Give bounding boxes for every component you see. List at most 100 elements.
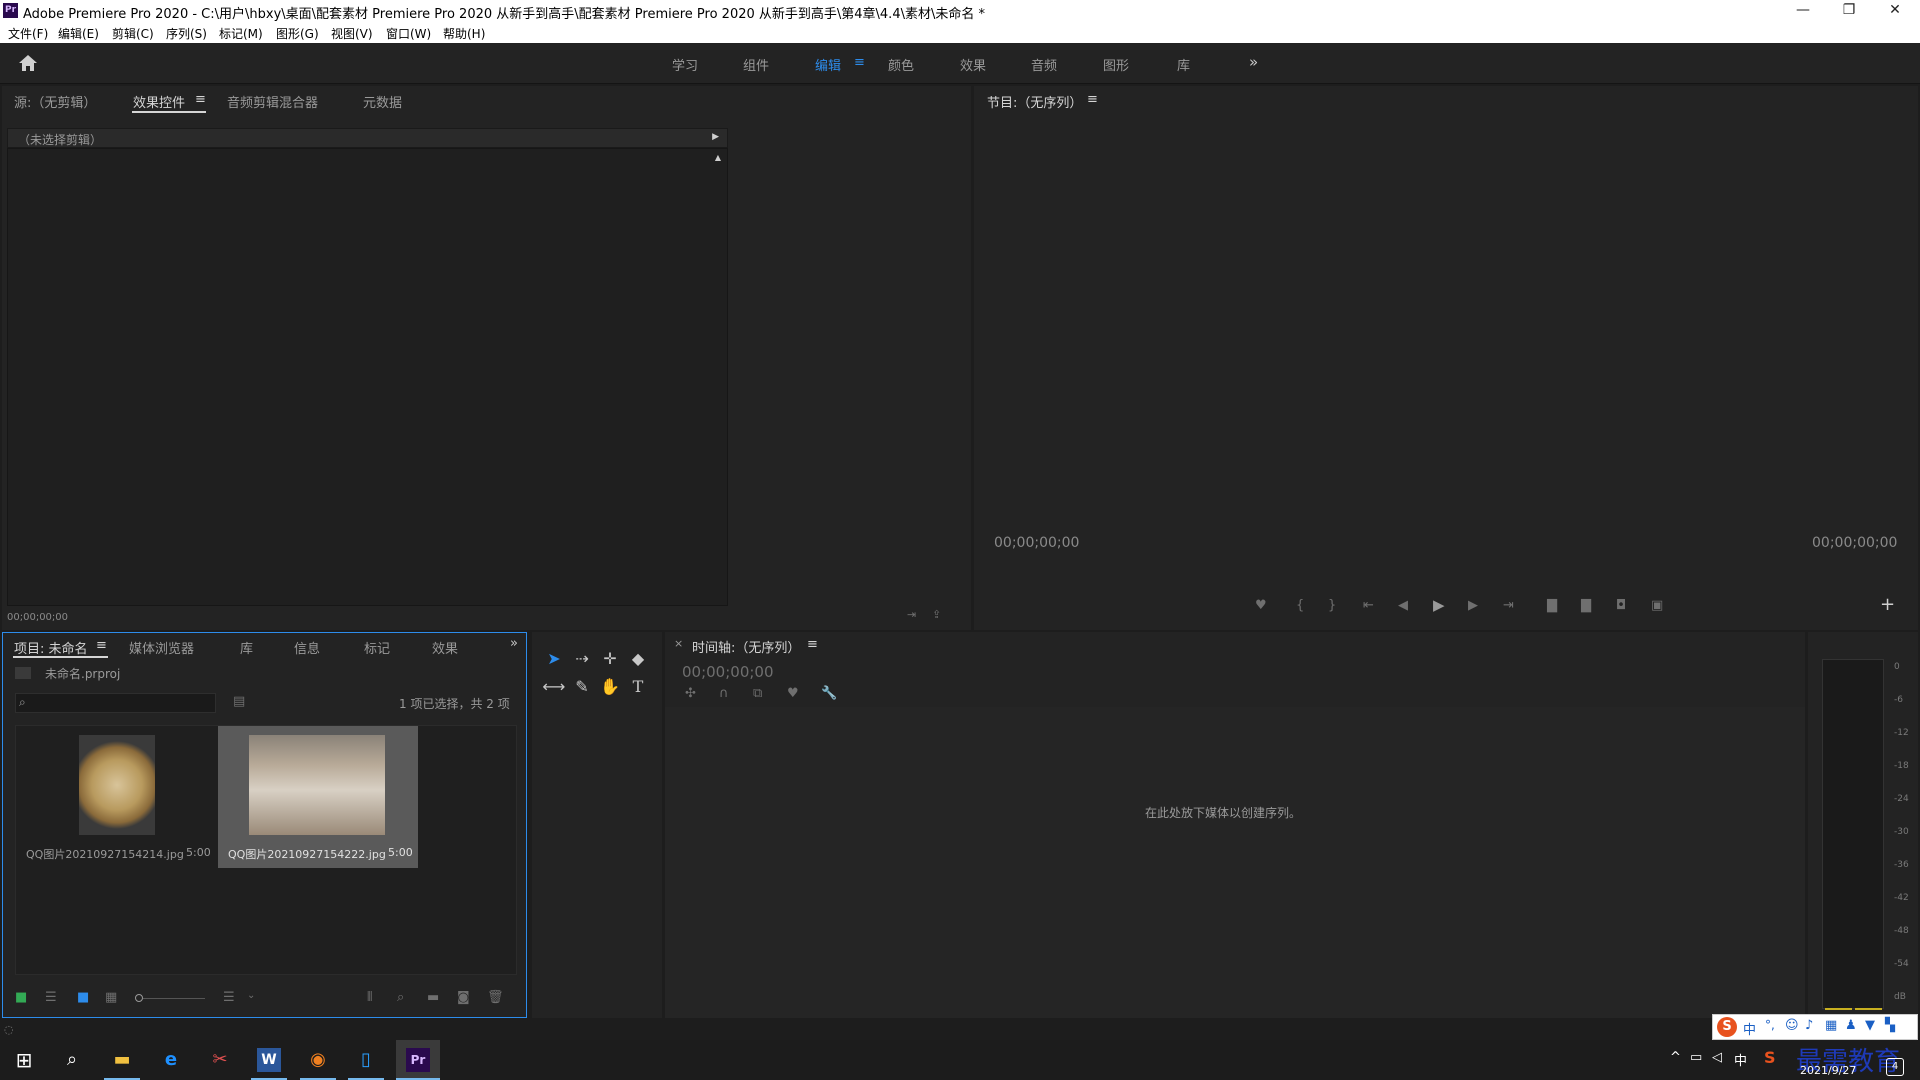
search-input[interactable] [34,695,212,711]
comparison-view-icon[interactable]: ▣ [1651,598,1663,613]
menu-clip[interactable]: 剪辑(C) [112,25,154,42]
sort-dropdown-icon[interactable]: ⌄ [247,990,255,1001]
lift-icon[interactable]: ▇ [1547,598,1557,613]
tab-effects[interactable]: 效果 [432,638,458,657]
zoom-slider-track[interactable] [143,998,205,999]
clock-date[interactable]: 2021/9/27 [1800,1064,1856,1077]
menu-sequence[interactable]: 序列(S) [166,25,207,42]
sogou-tray-icon[interactable]: S [1764,1048,1776,1067]
add-marker-icon[interactable]: ♥ [787,686,799,701]
selection-tool-icon[interactable]: ➤ [542,647,566,671]
step-back-icon[interactable]: ◀ [1398,598,1408,613]
menu-window[interactable]: 窗口(W) [386,25,431,42]
tablet-app-icon[interactable]: ▯ [348,1044,384,1076]
menu-edit[interactable]: 编辑(E) [58,25,99,42]
close-button[interactable]: ✕ [1872,0,1918,22]
app-icon[interactable]: ◉ [300,1044,336,1076]
automate-to-sequence-icon[interactable]: ⫴ [367,990,372,1005]
new-bin-icon[interactable]: ▬ [427,990,439,1005]
tab-effect-controls[interactable]: 效果控件 [133,92,185,111]
sogou-ime-icon[interactable]: S [1717,1017,1737,1037]
timeline-title[interactable]: 时间轴:（无序列） [692,637,800,656]
expand-arrow-icon[interactable]: ▶ [712,132,719,142]
menu-marker[interactable]: 标记(M) [219,25,263,42]
razor-tool-icon[interactable]: ◆ [626,647,650,671]
workspace-editing[interactable]: 编辑 [815,55,841,74]
timeline-settings-icon[interactable]: 🔧 [821,686,837,701]
minimize-button[interactable]: — [1780,0,1826,22]
keyboard-icon[interactable]: ▦ [1825,1018,1837,1033]
tab-project[interactable]: 项目: 未命名 [14,638,88,657]
word-icon[interactable]: W [257,1048,281,1072]
menu-help[interactable]: 帮助(H) [443,25,485,42]
workspace-menu-icon[interactable]: ≡ [854,55,865,70]
tab-media-browser[interactable]: 媒体浏览器 [129,638,194,657]
slip-tool-icon[interactable]: ⟷ [542,675,566,699]
notification-icon[interactable]: 4 [1886,1058,1904,1076]
new-bin-from-search-icon[interactable]: ▤ [233,694,245,709]
workspace-graphics[interactable]: 图形 [1103,55,1129,74]
restore-button[interactable]: ❐ [1826,0,1872,22]
premiere-taskbar-button[interactable]: Pr [396,1040,440,1080]
track-select-tool-icon[interactable]: ⇢ [570,647,594,671]
timeline-menu-icon[interactable]: ≡ [807,637,818,652]
insert-icon[interactable]: ⇥ [907,608,916,621]
ime-tray-icon[interactable]: 中 [1734,1050,1747,1069]
emoji-icon[interactable]: ☺ [1785,1018,1799,1033]
tab-info[interactable]: 信息 [294,638,320,657]
volume-icon[interactable]: ◁ [1712,1050,1722,1065]
add-marker-icon[interactable]: ♥ [1255,598,1267,613]
tab-metadata[interactable]: 元数据 [363,92,402,111]
snipping-icon[interactable]: ✂ [202,1044,238,1076]
new-item-icon[interactable]: ◙ [457,990,470,1005]
workspace-libraries[interactable]: 库 [1177,55,1190,74]
workspace-learn[interactable]: 学习 [672,55,698,74]
button-editor-icon[interactable]: + [1880,594,1895,615]
media-thumbnail-card-selected[interactable]: QQ图片20210927154222.jpg 5:00 [218,726,418,868]
punctuation-icon[interactable]: °, [1765,1018,1775,1032]
find-icon[interactable]: ⌕ [397,990,404,1005]
sort-icon[interactable]: ☰ [223,990,235,1005]
search-field[interactable]: ⌕ [15,693,216,713]
go-to-in-icon[interactable]: ⇤ [1363,598,1374,613]
program-menu-icon[interactable]: ≡ [1087,92,1098,107]
program-timecode-current[interactable]: 00;00;00;00 [994,535,1079,551]
tab-source[interactable]: 源:（无剪辑） [14,92,96,111]
start-icon[interactable]: ⊞ [6,1044,42,1076]
tab-audio-clip-mixer[interactable]: 音频剪辑混合器 [227,92,318,111]
timeline-track-area[interactable]: 在此处放下媒体以创建序列。 [665,707,1805,1018]
export-icon[interactable]: ⇪ [932,608,941,621]
voice-icon[interactable]: ♪ [1805,1018,1813,1033]
linked-selection-icon[interactable]: ⧉ [753,686,762,701]
network-icon[interactable]: ▭ [1690,1050,1702,1065]
extract-icon[interactable]: ▇ [1581,598,1591,613]
media-thumbnail-card[interactable]: QQ图片20210927154214.jpg 5:00 [18,728,216,870]
list-view-icon[interactable]: ☰ [45,990,57,1005]
search-icon[interactable]: ⌕ [54,1044,90,1076]
user-icon[interactable]: ♟ [1845,1018,1857,1033]
mark-in-icon[interactable]: { [1296,598,1304,613]
project-menu-icon[interactable]: ≡ [96,638,107,653]
snap-icon[interactable]: ∩ [719,686,729,701]
lock-icon[interactable]: ■ [15,990,27,1005]
skin-icon[interactable]: ▼ [1865,1018,1875,1033]
go-to-out-icon[interactable]: ⇥ [1503,598,1514,613]
workspace-overflow-icon[interactable]: » [1249,53,1258,71]
freeform-view-icon[interactable]: ▦ [105,990,117,1005]
tab-menu-icon[interactable]: ≡ [195,92,206,107]
timeline-close-icon[interactable]: × [674,637,683,650]
home-icon[interactable] [18,54,38,72]
zoom-slider-handle[interactable] [135,994,143,1002]
ime-mode[interactable]: 中 [1743,1019,1756,1038]
nest-sequence-icon[interactable]: ✣ [685,686,696,701]
menu-view[interactable]: 视图(V) [331,25,373,42]
workspace-assembly[interactable]: 组件 [743,55,769,74]
tray-chevron-icon[interactable]: ^ [1670,1050,1681,1065]
timeline-timecode[interactable]: 00;00;00;00 [682,663,774,681]
pen-tool-icon[interactable]: ✎ [570,675,594,699]
workspace-color[interactable]: 颜色 [888,55,914,74]
edge-icon[interactable]: e [153,1044,189,1076]
menu-graphics[interactable]: 图形(G) [276,25,319,42]
mark-out-icon[interactable]: } [1328,598,1336,613]
program-title[interactable]: 节目:（无序列） [987,92,1082,111]
